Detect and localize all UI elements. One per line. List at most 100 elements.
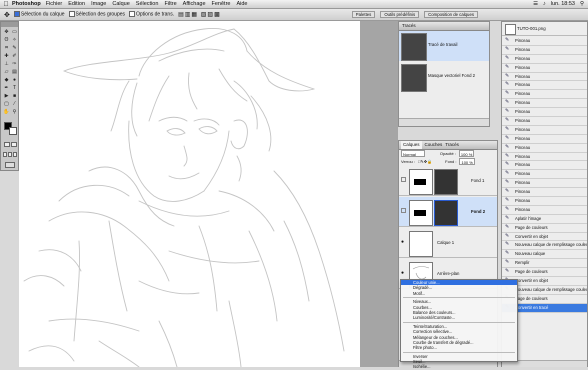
history-item[interactable]: ✎ Pinceau — [502, 135, 587, 144]
quick-mask-button[interactable] — [11, 142, 17, 147]
magic-wand-icon[interactable]: ✧ — [11, 37, 18, 44]
menu-aide[interactable]: Aide — [236, 1, 247, 7]
standard-mode-button[interactable] — [4, 142, 10, 147]
toolbox-header[interactable] — [1, 22, 18, 27]
eraser-tool-icon[interactable]: ▱ — [3, 69, 10, 76]
tab-couches[interactable]: Couches — [425, 141, 443, 149]
tab-outils-predefinis[interactable]: Outils prédéfinis — [380, 11, 420, 18]
history-item[interactable]: ✎ Pinceau — [502, 73, 587, 82]
lock-icons[interactable]: □✎✥🔒 — [418, 158, 432, 165]
move-tool-icon[interactable]: ✥ — [4, 11, 10, 19]
menu-item[interactable]: Luminosité/Contraste... — [401, 315, 517, 320]
menu-affichage[interactable]: Affichage — [183, 1, 206, 7]
menu-item[interactable]: Filtre photo... — [401, 345, 517, 350]
history-item[interactable]: ✎ Pinceau — [502, 99, 587, 109]
crop-tool-icon[interactable]: ⌗ — [3, 45, 10, 52]
notes-tool-icon[interactable]: ▢ — [3, 101, 10, 108]
layer-row-calque-1[interactable]: ● Calque 1 — [399, 228, 497, 258]
history-item[interactable]: ✎ Pinceau — [502, 37, 587, 46]
history-item[interactable]: ✎ Pinceau — [502, 153, 587, 162]
tab-composition-calques[interactable]: Composition de calques — [424, 11, 478, 18]
stamp-tool-icon[interactable]: ⊥ — [3, 61, 10, 68]
history-item[interactable]: ✎ Pinceau — [502, 81, 587, 91]
screen-mode-2-button[interactable] — [8, 152, 12, 157]
history-item[interactable]: ✎ Pinceau — [502, 117, 587, 126]
history-item[interactable]: ✎ Pinceau — [502, 108, 587, 118]
transform-controls-option[interactable]: Options de trans. — [129, 11, 174, 18]
marquee-tool-icon[interactable]: ▭ — [11, 29, 18, 36]
volume-icon[interactable]: ♪ — [543, 1, 546, 7]
history-item[interactable]: ✎ Pinceau — [502, 46, 587, 55]
spotlight-icon[interactable]: ⚲ — [580, 1, 584, 7]
layer-row-fond-2[interactable]: Fond 2 — [399, 197, 497, 227]
imageready-button[interactable] — [5, 162, 15, 168]
path-select-icon[interactable]: ▶ — [3, 93, 10, 100]
history-item[interactable]: ✎ Pinceau — [502, 90, 587, 100]
align-buttons[interactable]: ▤▥▦ ▧▨▩ — [178, 11, 221, 18]
auto-select-group-option[interactable]: Sélection des groupes — [68, 11, 125, 18]
gradient-tool-icon[interactable]: ▤ — [11, 69, 18, 76]
history-item[interactable]: ✎ Page de couleurs — [502, 224, 587, 233]
apple-menu-icon[interactable]:  — [0, 1, 12, 8]
slice-tool-icon[interactable]: ✎ — [11, 45, 18, 52]
history-item[interactable]: ✎ Pinceau — [502, 170, 587, 180]
menu-filtre[interactable]: Filtre — [164, 1, 176, 7]
tab-traces[interactable]: Tracés — [445, 141, 459, 149]
layer-row-fond-1[interactable]: Fond 1 — [399, 166, 497, 196]
menu-calque[interactable]: Calque — [112, 1, 129, 7]
history-snapshot-row[interactable]: TUTO-001.png — [502, 22, 587, 36]
menu-edition[interactable]: Edition — [68, 1, 85, 7]
auto-select-layer-option[interactable]: Sélection du calque — [13, 11, 65, 18]
screen-mode-3-button[interactable] — [13, 152, 17, 157]
history-item[interactable]: ✎ Pinceau — [502, 206, 587, 215]
menu-fenetre[interactable]: Fenêtre — [212, 1, 231, 7]
tab-calques[interactable]: Calques — [401, 141, 422, 149]
shape-tool-icon[interactable]: ■ — [11, 93, 18, 100]
zoom-tool-icon[interactable]: ⚲ — [11, 109, 18, 116]
history-item[interactable]: ✎ Remplir — [502, 259, 587, 269]
menu-item[interactable]: Isohélie... — [401, 364, 517, 369]
history-brush-icon[interactable]: ✑ — [11, 61, 18, 68]
history-item[interactable]: ✎ Pinceau — [502, 55, 587, 64]
menu-selection[interactable]: Sélection — [136, 1, 159, 7]
dodge-tool-icon[interactable]: ● — [11, 77, 18, 84]
app-menu[interactable]: Photoshop — [12, 1, 41, 7]
path-row-vector-mask[interactable]: Masque vectoriel Fond 2 — [399, 62, 489, 92]
history-item[interactable]: ✎ Pinceau — [502, 64, 587, 73]
brush-tool-icon[interactable]: ✐ — [11, 53, 18, 60]
history-item[interactable]: ✎ Pinceau — [502, 144, 587, 153]
history-item[interactable]: ✎ Pinceau — [502, 197, 587, 206]
history-item[interactable]: ✎ Pinceau — [502, 188, 587, 198]
menu-item[interactable]: Motif... — [401, 291, 517, 296]
visibility-toggle[interactable] — [401, 177, 406, 182]
screen-mode-1-button[interactable] — [3, 152, 7, 157]
eyedropper-icon[interactable]: ⁄ — [11, 101, 18, 108]
wifi-icon[interactable]: ☰ — [533, 1, 538, 7]
path-row-work-path[interactable]: Tracé de travail — [399, 31, 489, 61]
opacity-field[interactable]: 100 % — [458, 150, 475, 157]
type-tool-icon[interactable]: T — [11, 85, 18, 92]
visibility-toggle[interactable] — [401, 208, 406, 213]
history-item[interactable]: ✎ Nouveau calque de remplissage couleur — [502, 241, 587, 251]
eye-icon[interactable]: ● — [401, 270, 406, 276]
blend-mode-select[interactable]: Normal — [401, 150, 425, 157]
background-color-swatch[interactable] — [9, 127, 17, 135]
history-item[interactable]: ✎ Convertir en objet — [502, 233, 587, 242]
pen-tool-icon[interactable]: ✒ — [3, 85, 10, 92]
lasso-tool-icon[interactable]: ʘ — [3, 37, 10, 44]
history-item[interactable]: ✎ Pinceau — [502, 161, 587, 171]
history-item[interactable]: ✎ Nouveau calque — [502, 250, 587, 260]
menu-image[interactable]: Image — [91, 1, 106, 7]
fill-field[interactable]: 100 % — [459, 158, 475, 165]
menu-fichier[interactable]: Fichier — [46, 1, 63, 7]
history-item[interactable]: ✎ Pinceau — [502, 179, 587, 189]
tab-palettes[interactable]: Palettes — [351, 11, 376, 18]
history-item[interactable]: ✎ Page de couleurs — [502, 268, 587, 278]
document-canvas[interactable] — [19, 21, 360, 367]
hand-tool-icon[interactable]: ✋ — [3, 109, 10, 116]
history-item[interactable]: ✎ Pinceau — [502, 126, 587, 135]
eye-icon[interactable]: ● — [401, 239, 406, 245]
healing-brush-icon[interactable]: ✚ — [3, 53, 10, 60]
paths-panel-title[interactable]: Tracés — [399, 22, 489, 31]
move-tool-icon[interactable]: ✥ — [3, 29, 10, 36]
